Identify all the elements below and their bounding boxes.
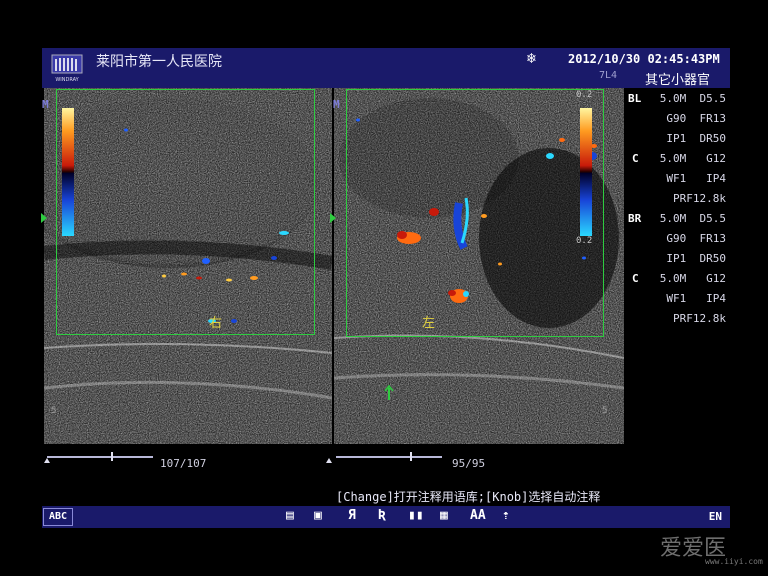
arrow-up-icon[interactable]: ⇡ [502,508,510,523]
cine-left-start-icon [44,458,50,463]
page-icon[interactable]: ▤ [286,508,294,523]
param-bl-3: IP1 DR50 [666,132,726,145]
right-scale-bottom: 0.2 [576,236,593,246]
left-orientation-marker: M [42,98,49,111]
language-indicator[interactable]: EN [709,510,722,523]
right-color-scale-bar [580,108,592,236]
exam-preset: 其它小器官 [645,73,711,88]
left-image-pane[interactable]: 右 [44,88,332,444]
right-color-roi-box[interactable] [346,89,604,337]
header-bar: WINDRAY 莱阳市第一人民医院 ❄ 2012/10/30 02:45:43P… [42,48,730,88]
cine-right-start-icon [326,458,332,463]
left-depth-label: 5 [51,406,57,416]
hospital-name: 莱阳市第一人民医院 [96,54,222,70]
font-size-icon[interactable]: AA [470,508,486,523]
cine-left-track[interactable] [47,456,153,458]
grid-icon[interactable]: ▦ [440,508,448,523]
right-scale-top: 0.2 [576,90,593,100]
cine-left-count: 107/107 [160,457,207,470]
right-depth-label: 5 [602,406,608,416]
param-cl-3: PRF12.8k [673,192,726,205]
right-annotation[interactable]: 左 [422,312,435,331]
bottom-toolbar: ABC ▤ ▣ Я Ʀ ▮▮ ▦ AA ⇡ EN [42,506,730,528]
cine-left-thumb[interactable] [110,452,113,461]
param-cl-1: 5.0M G12 [659,152,726,165]
right-orientation-marker: M [333,98,340,111]
param-cr-2: WF1 IP4 [666,292,726,305]
flip-horizontal-icon[interactable]: Я [348,508,356,523]
param-br-1: 5.0M D5.5 [659,212,726,225]
param-bl-1: 5.0M D5.5 [659,92,726,105]
cine-right-track[interactable] [336,456,442,458]
left-color-scale-bar [62,108,74,236]
probe-label: 7L4 [599,70,618,81]
param-br-3: IP1 DR50 [666,252,726,265]
cine-right-thumb[interactable] [410,452,413,461]
left-color-roi-box[interactable] [56,89,315,335]
param-cl-2: WF1 IP4 [666,172,726,185]
mark-icon[interactable]: ▣ [314,508,322,523]
flip-vertical-icon[interactable]: Ʀ [378,508,386,523]
param-bl-2: G90 FR13 [666,112,726,125]
param-cr-3: PRF12.8k [673,312,726,325]
arrange-icon[interactable]: ▮▮ [408,508,424,523]
logo-text: WINDRAY [55,77,79,83]
ultrasound-image-area: 右 M 5 0.2 0.2 左 5 M [41,88,624,444]
freeze-icon: ❄ [527,49,537,67]
windray-logo: WINDRAY [50,53,84,83]
left-annotation[interactable]: 右 [209,312,222,331]
param-cr-1: 5.0M G12 [659,272,726,285]
cine-right-count: 95/95 [452,457,486,470]
watermark-url: www.iiyi.com [705,557,763,566]
param-br-2: G90 FR13 [666,232,726,245]
right-focus-marker[interactable] [330,213,336,223]
datetime: 2012/10/30 02:45:43PM [568,52,720,66]
left-focus-marker[interactable] [41,213,47,223]
abc-text-button[interactable]: ABC [43,508,73,526]
right-image-pane[interactable]: 0.2 0.2 左 5 [334,88,624,444]
annotation-hint: [Change]打开注释用语库;[Knob]选择自动注释 [336,490,601,504]
